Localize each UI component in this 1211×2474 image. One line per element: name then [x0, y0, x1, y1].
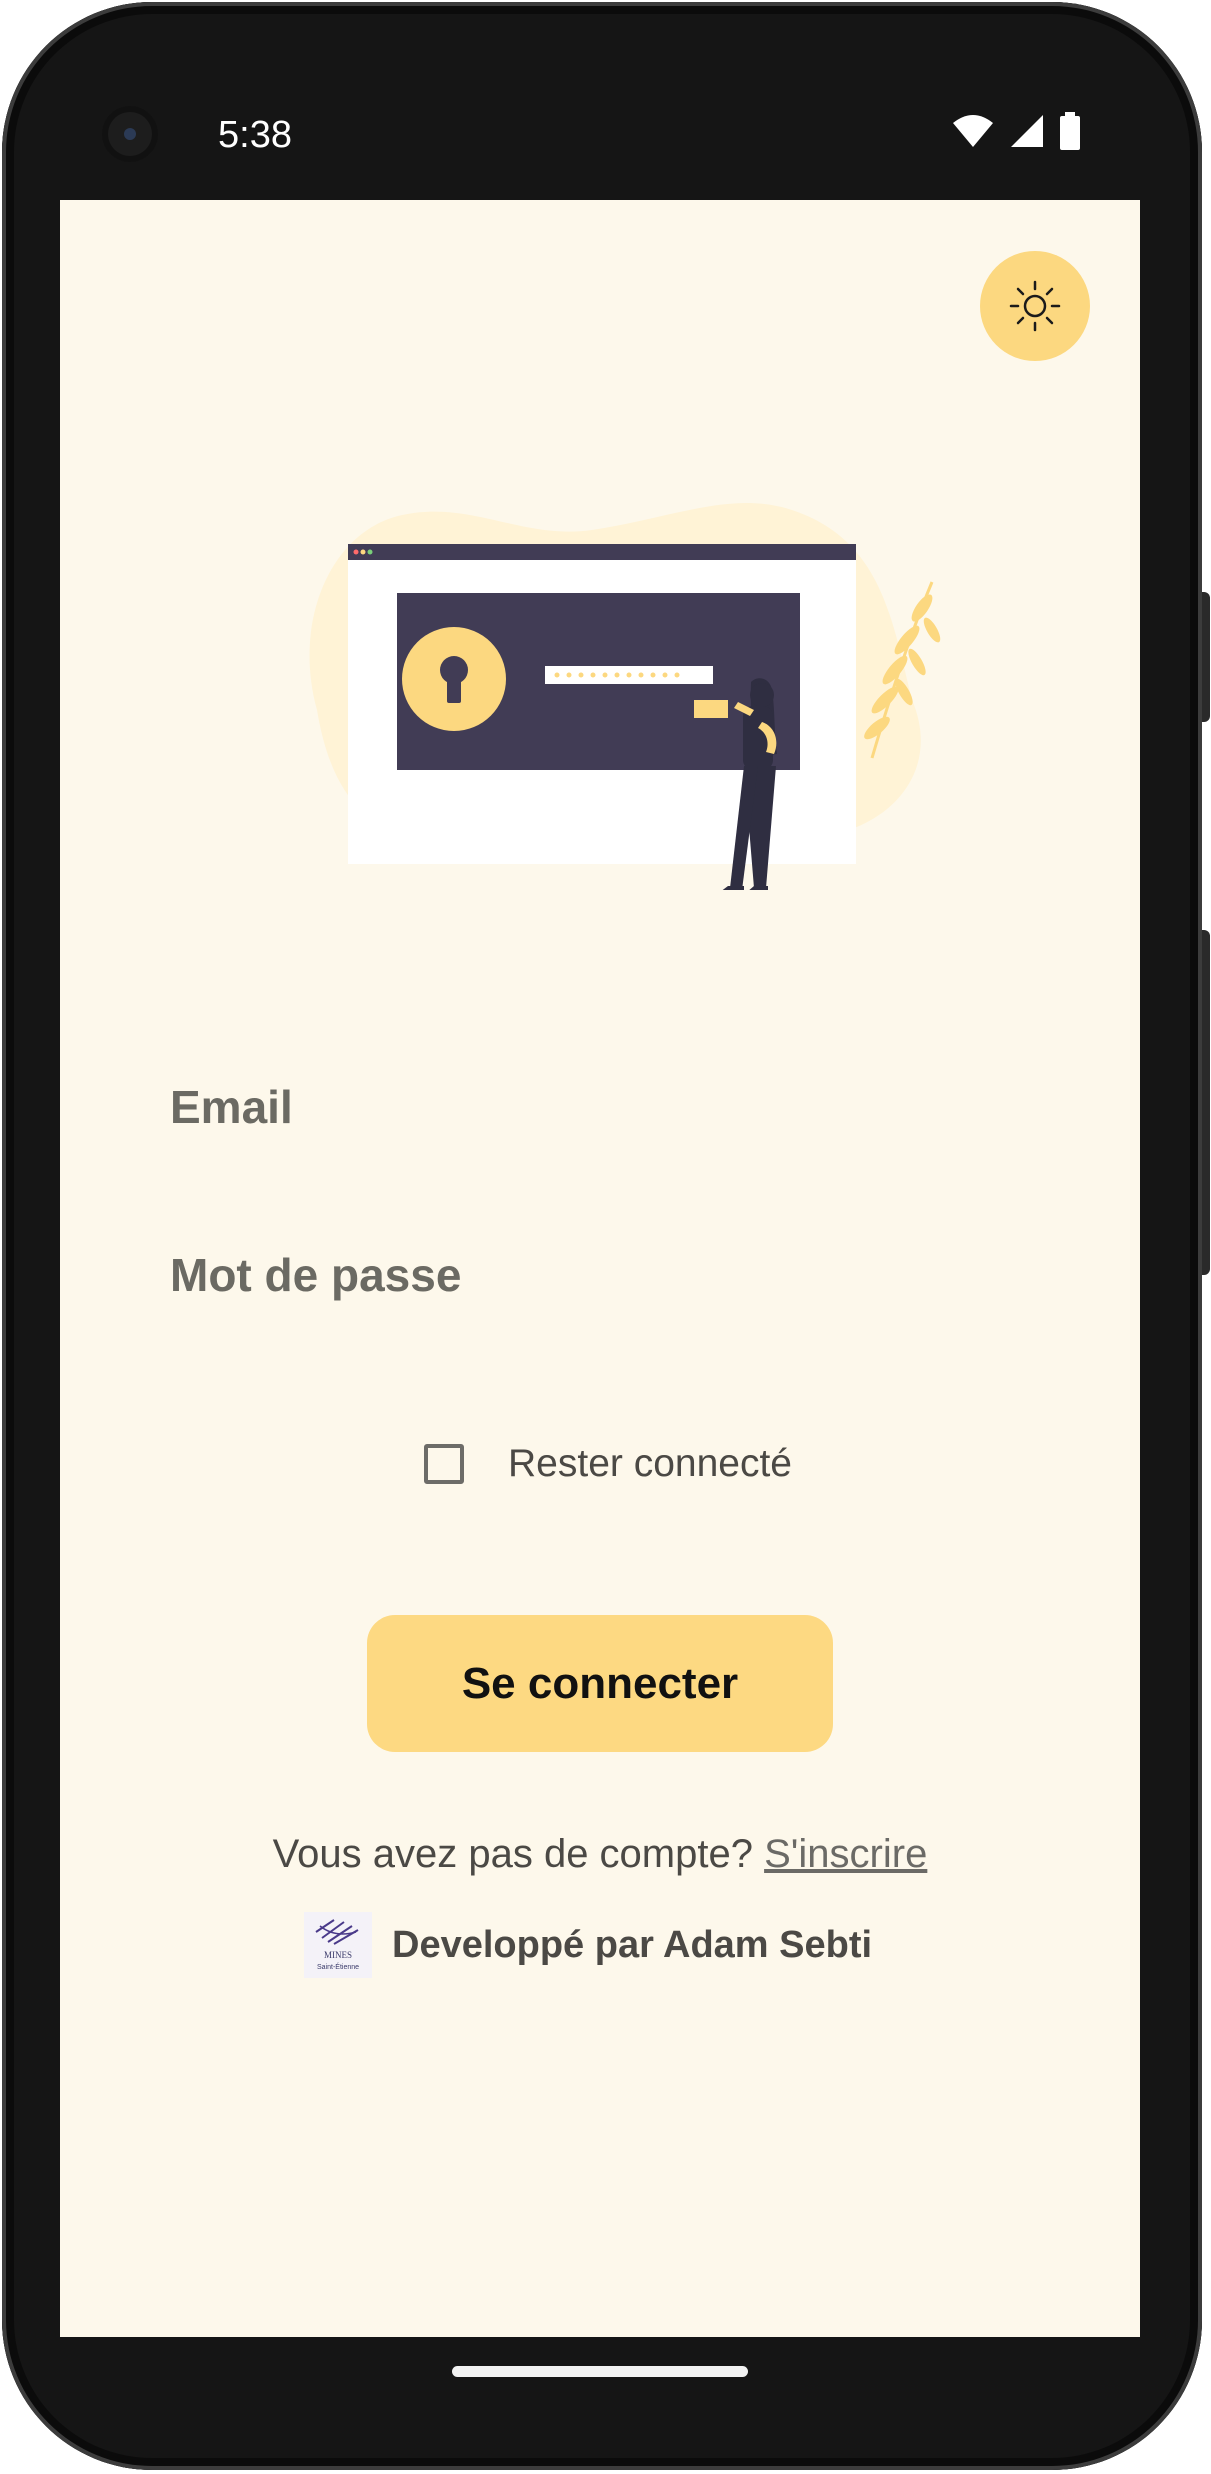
- signup-link[interactable]: S'inscrire: [764, 1832, 927, 1876]
- wifi-icon: [953, 115, 993, 147]
- signal-icon: [1011, 115, 1043, 147]
- app-screen: Email Mot de passe Rester connecté Se co…: [60, 200, 1140, 2337]
- status-time: 5:38: [218, 114, 292, 156]
- svg-text:MINES: MINES: [324, 1950, 352, 1960]
- email-field[interactable]: Email: [170, 1080, 293, 1134]
- signup-prompt: Vous avez pas de compte?: [272, 1832, 753, 1876]
- remember-me-row[interactable]: Rester connecté: [424, 1442, 792, 1486]
- front-camera: [102, 106, 158, 162]
- remember-me-checkbox[interactable]: [424, 1444, 464, 1484]
- home-gesture-bar[interactable]: [452, 2366, 748, 2377]
- remember-me-label: Rester connecté: [508, 1442, 792, 1485]
- login-button[interactable]: Se connecter: [367, 1615, 833, 1752]
- status-icons: [951, 112, 1081, 150]
- theme-toggle-button[interactable]: [980, 251, 1090, 361]
- credit-text: Developpé par Adam Sebti: [392, 1923, 873, 1966]
- power-button: [1202, 592, 1210, 722]
- volume-button: [1202, 930, 1210, 1275]
- footer-credit: MINES Saint-Étienne Developpé par Adam S…: [304, 1912, 872, 1978]
- status-bar: 5:38: [58, 70, 1141, 200]
- password-field[interactable]: Mot de passe: [170, 1248, 461, 1302]
- school-logo: MINES Saint-Étienne: [304, 1912, 372, 1978]
- login-illustration: [309, 503, 941, 890]
- signup-row: Vous avez pas de compte? S'inscrire: [60, 1832, 1140, 1877]
- battery-icon: [1060, 112, 1080, 150]
- sun-icon: [1009, 280, 1061, 332]
- svg-text:Saint-Étienne: Saint-Étienne: [317, 1962, 359, 1971]
